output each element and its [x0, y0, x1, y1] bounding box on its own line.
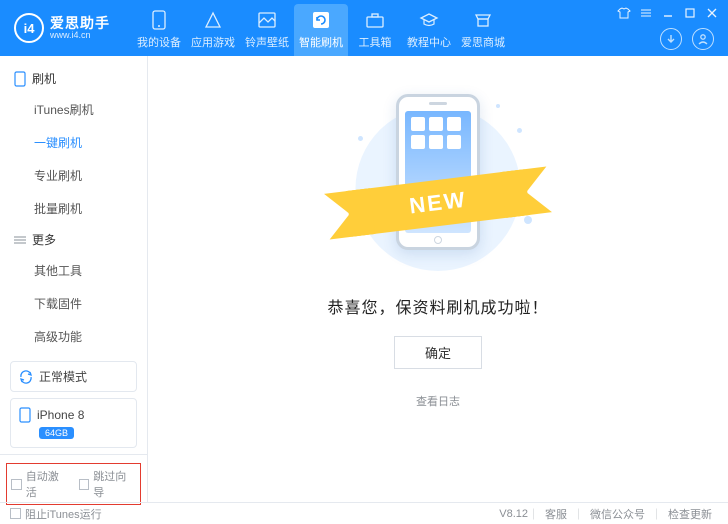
sidebar-section-more[interactable]: 更多 [0, 225, 147, 254]
sidebar-item-onekey-flash[interactable]: 一键刷机 [34, 126, 147, 159]
nav-my-device[interactable]: 我的设备 [132, 4, 186, 56]
version-label: V8.12 [499, 508, 528, 520]
app-header: i4 爱思助手 www.i4.cn 我的设备 应用游戏 铃声壁纸 智能刷机 工具… [0, 0, 728, 56]
footer-link-update[interactable]: 检查更新 [668, 506, 712, 522]
maximize-icon[interactable] [682, 6, 698, 20]
tshirt-icon[interactable] [616, 6, 632, 20]
sidebar: 刷机 iTunes刷机 一键刷机 专业刷机 批量刷机 更多 其他工具 下载固件 … [0, 56, 148, 502]
sync-icon [19, 370, 33, 384]
nav-tutorial[interactable]: 教程中心 [402, 4, 456, 56]
menu-icon[interactable] [638, 6, 654, 20]
wallpaper-icon [258, 10, 276, 30]
sidebar-item-other-tools[interactable]: 其他工具 [34, 254, 147, 287]
mode-indicator[interactable]: 正常模式 [10, 361, 137, 392]
sidebar-item-batch-flash[interactable]: 批量刷机 [34, 192, 147, 225]
checkbox-icon [10, 508, 21, 519]
toolbox-icon [365, 10, 385, 30]
list-icon [14, 235, 26, 245]
window-controls [616, 6, 720, 20]
logo-name: 爱思助手 [50, 16, 110, 31]
sidebar-section-flash[interactable]: 刷机 [0, 64, 147, 93]
checkbox-icon [79, 479, 90, 490]
close-icon[interactable] [704, 6, 720, 20]
footer-link-support[interactable]: 客服 [545, 506, 567, 522]
device-phone-icon [19, 407, 31, 423]
checkbox-icon [11, 479, 22, 490]
content-area: NEW 恭喜您，保资料刷机成功啦！ 确定 查看日志 [148, 56, 728, 502]
success-illustration: NEW [328, 86, 548, 276]
ok-button[interactable]: 确定 [394, 336, 482, 369]
status-bar: 阻止iTunes运行 V8.12 ｜ 客服 ｜ 微信公众号 ｜ 检查更新 [0, 502, 728, 524]
device-card[interactable]: iPhone 8 64GB [10, 398, 137, 448]
refresh-icon [312, 10, 330, 30]
logo-domain: www.i4.cn [50, 31, 110, 40]
user-icon[interactable] [692, 28, 714, 50]
main-nav: 我的设备 应用游戏 铃声壁纸 智能刷机 工具箱 教程中心 爱思商城 [132, 0, 510, 56]
download-icon[interactable] [660, 28, 682, 50]
apps-icon [203, 10, 223, 30]
sidebar-item-itunes-flash[interactable]: iTunes刷机 [34, 93, 147, 126]
device-capacity: 64GB [39, 427, 74, 439]
nav-ringtone[interactable]: 铃声壁纸 [240, 4, 294, 56]
mode-label: 正常模式 [39, 368, 87, 385]
checkbox-skip-guide[interactable]: 跳过向导 [79, 468, 137, 500]
checkbox-auto-activate[interactable]: 自动激活 [11, 468, 69, 500]
sidebar-item-pro-flash[interactable]: 专业刷机 [34, 159, 147, 192]
logo-icon: i4 [14, 13, 44, 43]
checkbox-block-itunes[interactable]: 阻止iTunes运行 [10, 506, 102, 522]
nav-store[interactable]: 爱思商城 [456, 4, 510, 56]
nav-smart-flash[interactable]: 智能刷机 [294, 4, 348, 56]
device-name: iPhone 8 [37, 408, 84, 422]
footer-link-wechat[interactable]: 微信公众号 [590, 506, 645, 522]
sidebar-item-advanced[interactable]: 高级功能 [34, 320, 147, 353]
minimize-icon[interactable] [660, 6, 676, 20]
logo: i4 爱思助手 www.i4.cn [14, 13, 110, 43]
nav-apps[interactable]: 应用游戏 [186, 4, 240, 56]
store-icon [473, 10, 493, 30]
graduation-icon [419, 10, 439, 30]
activation-options: 自动激活 跳过向导 [6, 463, 141, 505]
success-message: 恭喜您，保资料刷机成功啦！ [327, 294, 548, 318]
phone-icon [152, 10, 166, 30]
sidebar-item-download-fw[interactable]: 下载固件 [34, 287, 147, 320]
nav-toolbox[interactable]: 工具箱 [348, 4, 402, 56]
phone-small-icon [14, 71, 26, 87]
view-log-link[interactable]: 查看日志 [416, 393, 460, 409]
